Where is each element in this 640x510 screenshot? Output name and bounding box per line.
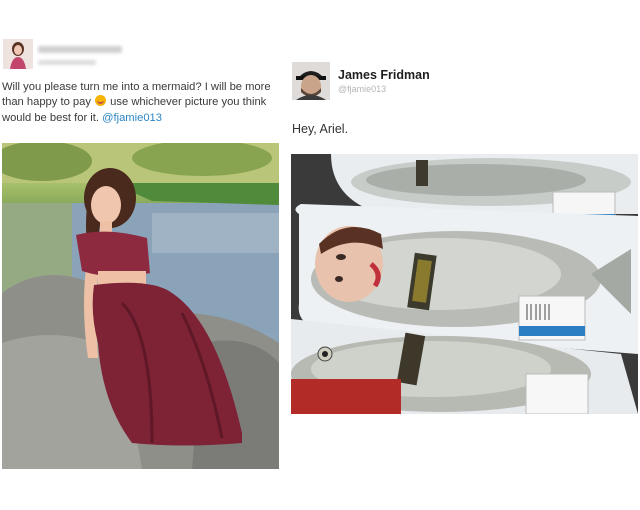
man-with-cap-avatar-icon[interactable] xyxy=(292,62,330,100)
woman-avatar-icon[interactable] xyxy=(3,39,33,69)
mention-link[interactable]: @fjamie013 xyxy=(102,112,162,124)
author-name[interactable]: James Fridman xyxy=(338,68,430,82)
blurred-username xyxy=(38,46,122,53)
fish-tray-photo[interactable] xyxy=(291,154,638,414)
smiling-face-emoji-icon xyxy=(95,95,107,107)
author-handle[interactable]: @fjamie013 xyxy=(338,84,386,94)
blurred-handle xyxy=(38,60,96,65)
reply-text: Hey, Ariel. xyxy=(292,122,349,136)
woman-photo[interactable] xyxy=(2,143,279,469)
request-tweet-text: Will you please turn me into a mermaid? … xyxy=(2,80,284,126)
